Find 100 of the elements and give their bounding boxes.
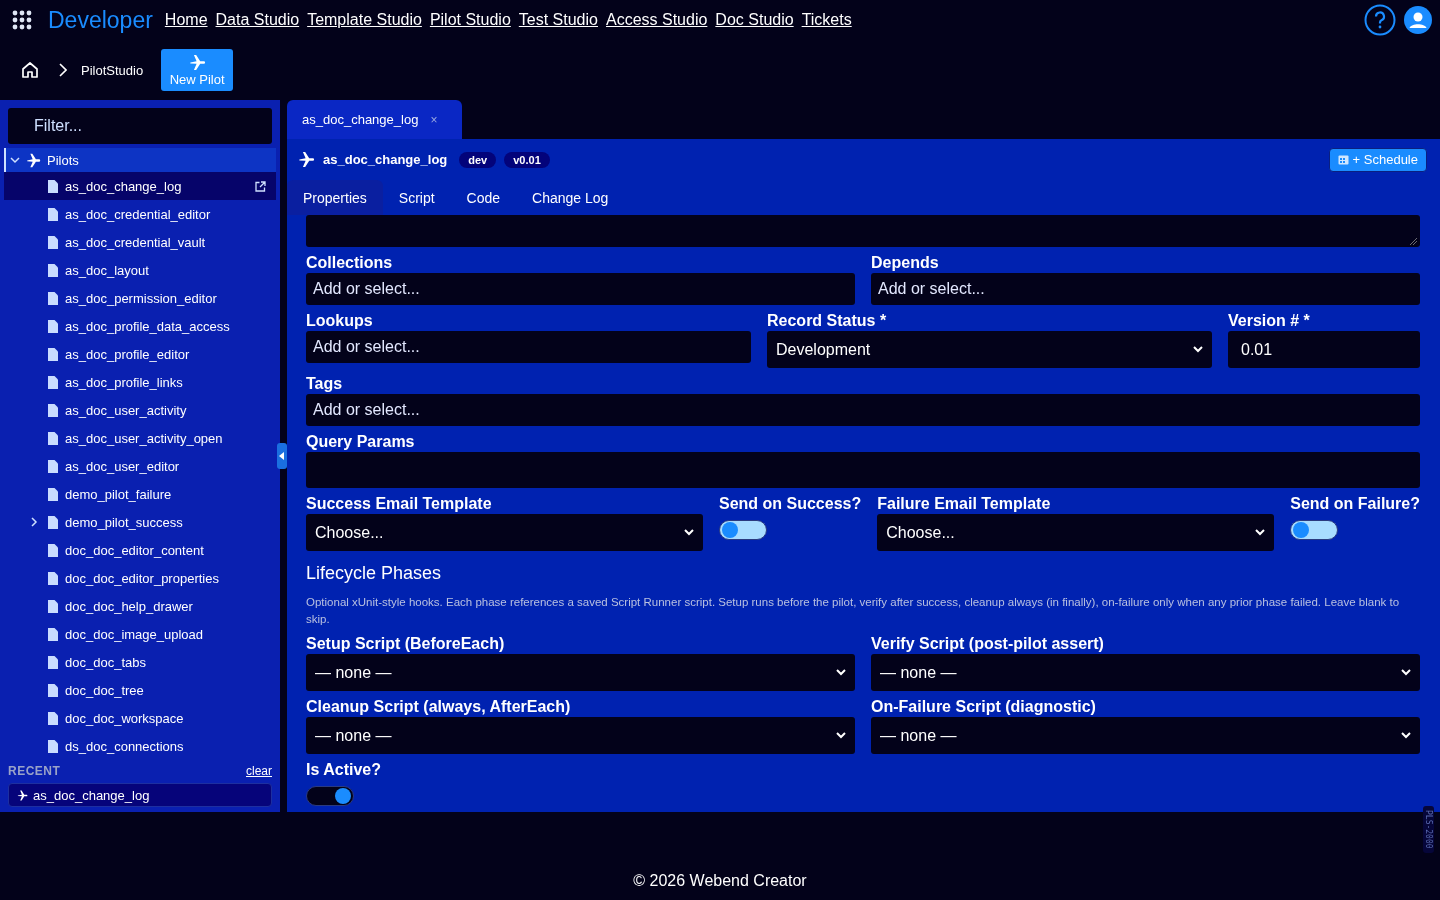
document-icon bbox=[48, 291, 58, 305]
field-label: Send on Success? bbox=[718, 495, 862, 513]
airplane-icon bbox=[188, 53, 206, 71]
build-tag: PLS-2000 bbox=[1423, 806, 1434, 853]
select-field[interactable]: Choose... bbox=[306, 514, 703, 551]
breadcrumb-item[interactable]: PilotStudio bbox=[81, 62, 144, 78]
airplane-icon bbox=[26, 152, 41, 168]
section-description: Optional xUnit-style hooks. Each phase references a saved Script Runner script. Setup runs before the pilot, verify after success, cleanup always (in finally), on-failure only when any prior phase failed. Leave blank to skip. bbox=[306, 595, 1401, 627]
field-label: On-Failure Script (diagnostic) bbox=[871, 698, 1097, 716]
help-icon[interactable] bbox=[1364, 4, 1396, 36]
calendar-icon bbox=[1337, 154, 1349, 165]
tree-item[interactable]: demo_pilot_failure bbox=[4, 480, 276, 508]
tree-item[interactable]: as_doc_user_activity bbox=[4, 396, 276, 424]
user-avatar-icon[interactable] bbox=[1404, 6, 1432, 34]
nav-link[interactable]: Access Studio bbox=[605, 11, 708, 29]
chevron-down-icon bbox=[683, 529, 694, 536]
document-icon bbox=[48, 319, 58, 333]
nav-link[interactable]: Tickets bbox=[801, 11, 852, 29]
tree-item[interactable]: as_doc_change_log bbox=[4, 172, 276, 200]
multiselect-field[interactable]: Add or select... bbox=[871, 273, 1420, 305]
tab[interactable]: Change Log bbox=[516, 180, 625, 215]
multiselect-field[interactable]: Add or select... bbox=[306, 331, 751, 363]
tree-item[interactable]: as_doc_user_activity_open bbox=[4, 424, 276, 452]
select-field[interactable]: — none — bbox=[871, 654, 1420, 691]
tree-item[interactable]: as_doc_profile_data_access bbox=[4, 312, 276, 340]
pilot-title: as_doc_change_log bbox=[323, 152, 448, 167]
tab[interactable]: Code bbox=[450, 180, 517, 215]
tree-item[interactable]: as_doc_user_editor bbox=[4, 452, 276, 480]
select-field[interactable]: — none — bbox=[306, 717, 855, 754]
copyright-text: © 2026 Webend Creator bbox=[633, 872, 807, 890]
tree-item[interactable]: doc_doc_tree bbox=[4, 676, 276, 704]
field-label: Record Status * bbox=[767, 312, 888, 330]
close-button[interactable]: × bbox=[430, 112, 438, 127]
toggle-switch[interactable] bbox=[1290, 520, 1339, 540]
select-field[interactable]: Choose... bbox=[877, 514, 1275, 551]
document-icon bbox=[48, 655, 58, 669]
tree-item[interactable]: doc_doc_image_upload bbox=[4, 620, 276, 648]
chevron-icon[interactable] bbox=[30, 517, 38, 527]
toggle-switch[interactable] bbox=[718, 520, 767, 540]
tree-item[interactable]: demo_pilot_success bbox=[4, 508, 276, 536]
external-link-icon[interactable] bbox=[255, 180, 266, 192]
document-icon bbox=[48, 683, 58, 697]
tree-item[interactable]: doc_doc_editor_properties bbox=[4, 564, 276, 592]
app-title: Developer bbox=[48, 6, 153, 34]
app-grid-icon[interactable] bbox=[12, 10, 32, 30]
clear-link[interactable]: clear bbox=[246, 764, 272, 778]
tree-item[interactable]: as_doc_layout bbox=[4, 256, 276, 284]
document-icon bbox=[48, 459, 58, 473]
document-icon bbox=[48, 515, 58, 529]
tree-item[interactable]: as_doc_permission_editor bbox=[4, 284, 276, 312]
document-icon bbox=[48, 375, 58, 389]
chevron-down-icon bbox=[1255, 529, 1266, 536]
home-icon[interactable] bbox=[21, 61, 39, 79]
nav-link[interactable]: Template Studio bbox=[307, 11, 422, 29]
multiselect-field[interactable]: Add or select... bbox=[306, 273, 855, 305]
field-label: Query Params bbox=[306, 433, 416, 451]
recent-item[interactable]: as_doc_change_log bbox=[8, 783, 272, 807]
resize-grip-icon[interactable] bbox=[1410, 238, 1417, 245]
nav-link[interactable]: Home bbox=[164, 11, 208, 29]
filter-field[interactable]: Filter... bbox=[8, 108, 272, 144]
tree-item[interactable]: as_doc_profile_editor bbox=[4, 340, 276, 368]
tree-item[interactable]: as_doc_credential_editor bbox=[4, 200, 276, 228]
chevron-down-icon bbox=[1401, 669, 1411, 676]
toggle-switch[interactable] bbox=[306, 786, 354, 806]
multiselect-field[interactable]: Add or select... bbox=[306, 394, 1420, 426]
tree-item[interactable]: doc_doc_help_drawer bbox=[4, 592, 276, 620]
field-label: Tags bbox=[306, 375, 344, 393]
select-field[interactable]: — none — bbox=[871, 717, 1420, 754]
tree-item[interactable]: doc_doc_editor_content bbox=[4, 536, 276, 564]
tree-item[interactable]: ds_doc_connections bbox=[4, 732, 276, 760]
tag-badge: dev bbox=[459, 151, 497, 168]
nav-link[interactable]: Test Studio bbox=[518, 11, 598, 29]
document-icon bbox=[48, 627, 58, 641]
tag-badge: v0.01 bbox=[504, 151, 550, 168]
chevron-down-icon bbox=[836, 669, 846, 676]
chevron-down-icon bbox=[1401, 732, 1411, 739]
airplane-icon bbox=[17, 789, 28, 801]
document-icon bbox=[48, 403, 58, 417]
chevron-down-icon bbox=[836, 732, 846, 739]
tree-item[interactable]: as_doc_credential_vault bbox=[4, 228, 276, 256]
text-field[interactable]: 0.01 bbox=[1228, 331, 1420, 368]
document-tab[interactable]: as_doc_change_log × bbox=[287, 100, 462, 139]
nav-link[interactable]: Pilot Studio bbox=[429, 11, 511, 29]
field-label: Lookups bbox=[306, 312, 374, 330]
tab[interactable]: Script bbox=[382, 180, 451, 215]
nav-link[interactable]: Data Studio bbox=[215, 11, 300, 29]
document-icon bbox=[48, 487, 58, 501]
tree-item[interactable]: as_doc_profile_links bbox=[4, 368, 276, 396]
tree-item[interactable]: doc_doc_tabs bbox=[4, 648, 276, 676]
tab[interactable]: Properties bbox=[287, 180, 383, 215]
field-label: Setup Script (BeforeEach) bbox=[306, 635, 506, 653]
select-field[interactable]: Development bbox=[767, 331, 1212, 368]
tree-group-row[interactable]: Pilots bbox=[4, 148, 276, 172]
document-icon bbox=[48, 711, 58, 725]
nav-link[interactable]: Doc Studio bbox=[715, 11, 794, 29]
tree-item[interactable]: doc_doc_workspace bbox=[4, 704, 276, 732]
select-field[interactable]: — none — bbox=[306, 654, 855, 691]
field-label: Success Email Template bbox=[306, 495, 493, 513]
collapse-handle[interactable] bbox=[277, 443, 287, 469]
document-icon bbox=[48, 739, 58, 753]
